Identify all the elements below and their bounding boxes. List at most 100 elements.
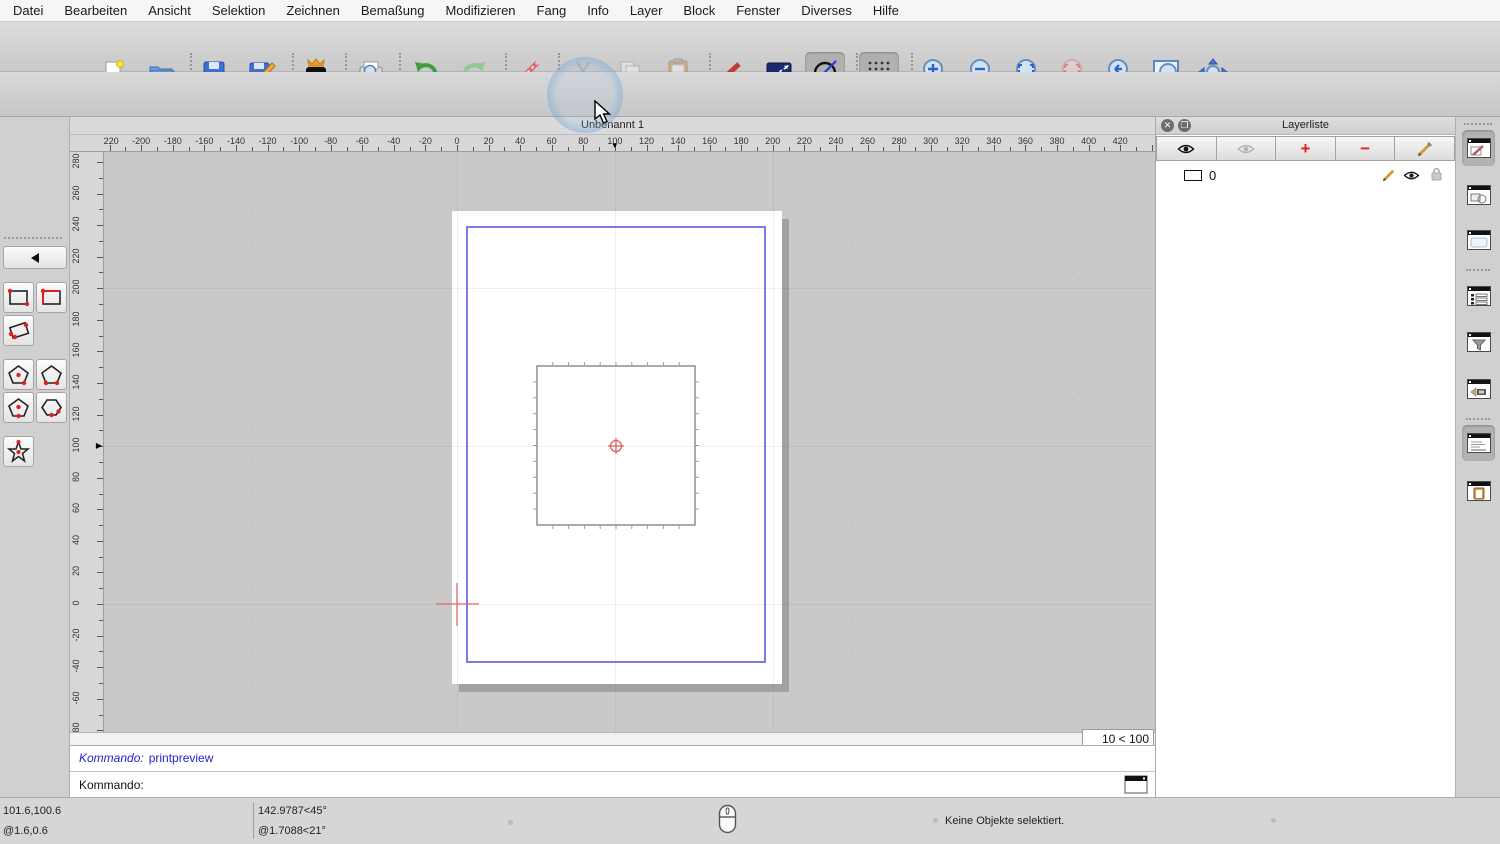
menu-item-ansicht[interactable]: Ansicht <box>148 3 191 18</box>
menu-item-info[interactable]: Info <box>587 3 609 18</box>
menu-item-bemassung[interactable]: Bemaßung <box>361 3 425 18</box>
mouse-status-icon <box>718 804 737 834</box>
dock-block-list-button[interactable] <box>1462 177 1495 213</box>
tool-polygon-side-side[interactable] <box>36 392 67 423</box>
command-prompt-label: Kommando: <box>79 778 144 792</box>
layer-lock-icon[interactable] <box>1430 166 1443 184</box>
menu-item-fenster[interactable]: Fenster <box>736 3 780 18</box>
panel-close-icon[interactable]: ✕ <box>1161 119 1174 132</box>
dock-block-list-icon <box>1466 185 1491 205</box>
tool-rectangle-size[interactable] <box>36 282 67 313</box>
polygon-center-side-icon <box>8 398 29 419</box>
command-history: Kommando: printpreview <box>70 745 1155 771</box>
palette-grip[interactable] <box>4 237 62 239</box>
dock-library-browser-button[interactable] <box>1462 278 1495 314</box>
tool-rectangle-2corners[interactable] <box>3 282 34 313</box>
rel-cartesian-coords: @1.6,0.6 <box>3 825 48 837</box>
tool-star[interactable] <box>3 436 34 467</box>
v-ruler-position-marker: ▶ <box>95 441 102 451</box>
menu-bar: Datei Bearbeiten Ansicht Selektion Zeichnen B… <box>0 0 1500 22</box>
command-input[interactable] <box>148 774 1118 795</box>
menu-item-fang[interactable]: Fang <box>537 3 567 18</box>
dock-clipboard-icon <box>1466 481 1491 501</box>
dock-selection-filter-icon <box>1466 332 1491 352</box>
command-row: Kommando: <box>70 771 1155 797</box>
abs-polar-coords: 142.9787<45° <box>258 805 327 817</box>
dock-views-button[interactable] <box>1462 222 1495 258</box>
command-dock-icon[interactable] <box>1124 775 1148 794</box>
qcad-window: Datei Bearbeiten Ansicht Selektion Zeichnen B… <box>0 0 1500 844</box>
layer-toolbar: + − <box>1156 135 1455 161</box>
back-arrow-icon <box>31 252 39 263</box>
polygon-2corners-icon <box>41 365 62 386</box>
center-point-marker <box>608 438 624 454</box>
layer-name: 0 <box>1209 167 1217 183</box>
tool-polygon-2corners[interactable] <box>36 359 67 390</box>
polygon-side-side-icon <box>41 399 62 418</box>
command-history-prompt: Kommando: <box>79 751 144 765</box>
h-ruler-position-marker: ▼ <box>610 141 619 150</box>
drawing-canvas[interactable] <box>104 152 1155 732</box>
edit-layer-icon <box>1417 141 1432 156</box>
selection-status: Keine Objekte selektiert. <box>945 815 1065 827</box>
menu-item-hilfe[interactable]: Hilfe <box>873 3 899 18</box>
origin-crosshair <box>436 583 479 626</box>
menu-item-bearbeiten[interactable]: Bearbeiten <box>64 3 127 18</box>
dock-property-editor-icon <box>1466 379 1491 399</box>
dock-views-icon <box>1466 230 1491 250</box>
layer-panel-titlebar: ✕ ❐ Layerliste <box>1156 117 1455 135</box>
menu-item-selektion[interactable]: Selektion <box>212 3 265 18</box>
remove-layer-button[interactable]: − <box>1335 136 1396 161</box>
polygon-center-corner-icon <box>8 365 29 386</box>
dock-command-history-button[interactable] <box>1462 425 1495 461</box>
hide-all-layers-icon <box>1237 144 1255 153</box>
menu-item-datei[interactable]: Datei <box>13 3 43 18</box>
layer-visible-eye-icon[interactable] <box>1403 169 1420 184</box>
menu-item-modifizieren[interactable]: Modifizieren <box>445 3 515 18</box>
tool-rectangle-3points[interactable] <box>3 315 34 346</box>
layer-color-swatch <box>1184 169 1202 181</box>
ruler-corner <box>70 135 104 152</box>
dock-strip <box>1455 117 1500 797</box>
menu-item-zeichnen[interactable]: Zeichnen <box>286 3 339 18</box>
v-ruler: 280 260 240 220 200 180 160 140 120 100 80 60 40 20 0-… <box>70 152 104 732</box>
dock-clipboard-button[interactable] <box>1462 473 1495 509</box>
status-bar: 101.6,100.6 @1.6,0.6 142.9787<45° @1.708… <box>0 797 1500 844</box>
dock-property-editor-button[interactable] <box>1462 371 1495 407</box>
layer-edit-pencil-icon[interactable] <box>1382 167 1397 185</box>
dock-library-browser-icon <box>1466 286 1491 306</box>
panel-float-icon[interactable]: ❐ <box>1178 119 1191 132</box>
dock-layer-list-button[interactable] <box>1462 130 1495 166</box>
print-preview-toolbar: PDF Skalierung: 1:1 ▲▼ <box>0 72 1500 184</box>
tool-polygon-center-side[interactable] <box>3 392 34 423</box>
menu-item-diverses[interactable]: Diverses <box>801 3 852 18</box>
rectangle-size-icon <box>40 288 61 305</box>
add-layer-button[interactable]: + <box>1276 136 1336 161</box>
dock-command-history-icon <box>1466 433 1491 453</box>
tool-polygon-center-corner[interactable] <box>3 359 34 390</box>
menu-item-block[interactable]: Block <box>683 3 715 18</box>
h-scrollbar-track[interactable] <box>70 732 1155 745</box>
rectangle-2corners-icon <box>7 288 30 307</box>
layer-row[interactable]: 0 <box>1156 164 1455 186</box>
rectangle-3points-icon <box>8 321 30 340</box>
dock-selection-filter-button[interactable] <box>1462 324 1495 360</box>
hide-all-layers-button[interactable] <box>1216 136 1277 161</box>
command-history-value: printpreview <box>148 751 214 765</box>
show-all-layers-icon <box>1177 144 1195 153</box>
menu-item-layer[interactable]: Layer <box>630 3 663 18</box>
dock-grip[interactable] <box>1464 123 1492 125</box>
rel-polar-coords: @1.7088<21° <box>258 825 326 837</box>
main-toolbar: SVG <box>0 22 1500 92</box>
entities-layer <box>436 362 699 626</box>
star-icon <box>6 439 31 463</box>
mouse-cursor <box>594 100 612 124</box>
show-all-layers-button[interactable] <box>1156 136 1217 161</box>
layer-panel-title: Layerliste <box>1281 119 1330 131</box>
layer-panel: ✕ ❐ Layerliste + − 0 <box>1155 117 1455 797</box>
add-layer-icon: + <box>1300 138 1311 158</box>
back-button[interactable] <box>3 246 67 269</box>
h-ruler: -220-200-180-160-140-120-100-80-60-40-20… <box>104 135 1155 152</box>
edit-layer-button[interactable] <box>1395 136 1455 161</box>
tool-palette <box>0 117 70 797</box>
